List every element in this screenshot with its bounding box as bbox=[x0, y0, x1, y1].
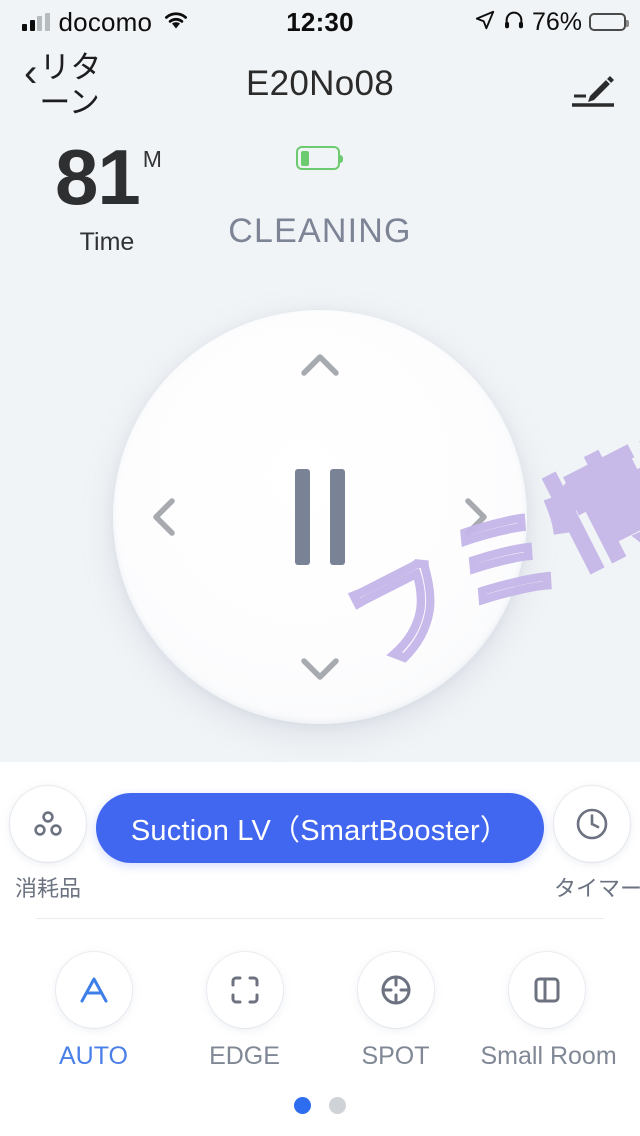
chevron-up-icon[interactable] bbox=[294, 340, 346, 392]
pause-icon[interactable] bbox=[285, 469, 355, 565]
phone-screen: docomo 12:30 76% ‹ リターン E20No08 81 M Tim… bbox=[0, 0, 640, 1136]
bottom-panel: 消耗品 Suction LV（SmartBooster） タイマー AUTO E… bbox=[0, 762, 640, 1136]
suction-level-button[interactable]: Suction LV（SmartBooster） bbox=[96, 793, 544, 863]
pencil-edit-icon[interactable] bbox=[566, 70, 618, 112]
headphones-icon bbox=[503, 9, 525, 36]
consumables-label: 消耗品 bbox=[14, 876, 81, 901]
frame-corners-icon bbox=[206, 952, 283, 1028]
mode-spot[interactable]: SPOT bbox=[330, 952, 462, 1071]
status-badge: CLEANING bbox=[228, 212, 412, 250]
mode-small-room-label: Small Room bbox=[480, 1042, 617, 1070]
action-row: 消耗品 Suction LV（SmartBooster） タイマー bbox=[0, 786, 640, 910]
nav-header: ‹ リターン E20No08 bbox=[0, 44, 640, 130]
letter-a-icon bbox=[55, 952, 132, 1028]
consumables-dots-icon bbox=[10, 786, 86, 862]
battery-percent-label: 76% bbox=[531, 7, 582, 36]
mode-list: AUTO EDGE SPOT Small Room bbox=[0, 952, 640, 1071]
page-title: E20No08 bbox=[245, 64, 395, 103]
chevron-left-icon[interactable] bbox=[139, 491, 191, 543]
panel-divider bbox=[36, 918, 604, 919]
location-arrow-icon bbox=[474, 9, 496, 36]
status-bar-right: 76% bbox=[474, 7, 629, 37]
mode-auto[interactable]: AUTO bbox=[28, 952, 160, 1071]
pagination-dot[interactable] bbox=[294, 1097, 311, 1114]
timer-label: タイマー bbox=[554, 876, 640, 901]
direction-pad bbox=[113, 310, 527, 724]
battery-icon bbox=[589, 13, 629, 31]
timer-button[interactable]: タイマー bbox=[554, 786, 640, 903]
clean-time-unit: M bbox=[142, 146, 162, 172]
mode-auto-label: AUTO bbox=[59, 1042, 128, 1070]
status-bar: docomo 12:30 76% bbox=[0, 0, 640, 44]
crosshair-target-icon bbox=[357, 952, 434, 1028]
mode-edge-label: EDGE bbox=[209, 1042, 280, 1070]
pagination-dots bbox=[0, 1097, 640, 1114]
consumables-button[interactable]: 消耗品 bbox=[10, 786, 86, 903]
pagination-dot[interactable] bbox=[329, 1097, 346, 1114]
mode-edge[interactable]: EDGE bbox=[179, 952, 311, 1071]
clean-time-value: 81 bbox=[55, 133, 141, 221]
mode-spot-label: SPOT bbox=[361, 1042, 430, 1070]
chevron-right-icon[interactable] bbox=[449, 491, 501, 543]
chevron-down-icon[interactable] bbox=[294, 642, 346, 694]
clock-icon bbox=[554, 786, 630, 862]
split-panel-icon bbox=[508, 952, 585, 1028]
robot-battery-icon bbox=[296, 146, 343, 170]
mode-small-room[interactable]: Small Room bbox=[480, 952, 617, 1071]
